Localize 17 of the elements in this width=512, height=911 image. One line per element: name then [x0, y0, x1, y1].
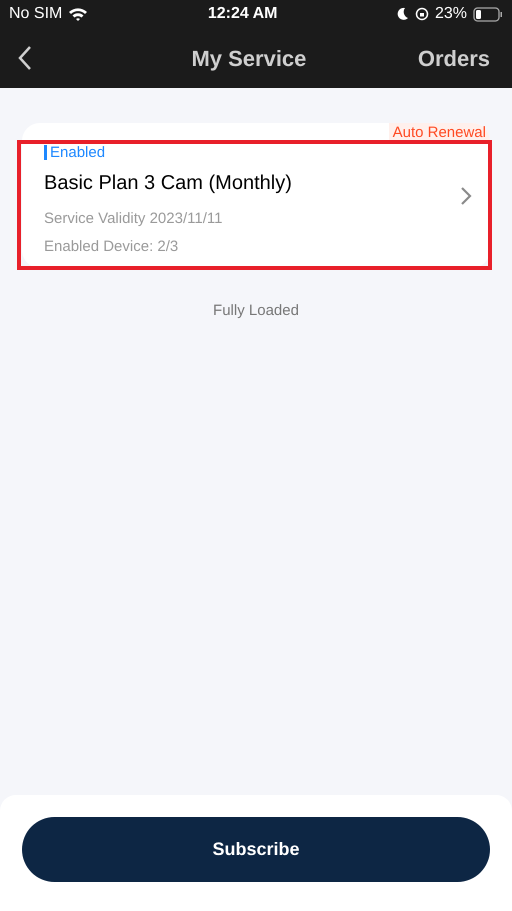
orders-link[interactable]: Orders — [418, 42, 490, 74]
list-end-note: Fully Loaded — [213, 301, 299, 321]
battery-icon — [473, 6, 503, 22]
validity-text: Service Validity 2023/11/11 — [44, 208, 224, 228]
plan-name: Basic Plan 3 Cam (Monthly) — [44, 170, 293, 196]
wifi-icon — [68, 7, 88, 21]
rotation-lock-icon — [414, 7, 429, 21]
page-title: My Service — [191, 44, 306, 73]
battery-label: 23% — [434, 4, 467, 24]
clock-label: 12:24 AM — [208, 4, 278, 24]
moon-icon — [396, 7, 409, 21]
device-count: Enabled Device: 2/3 — [44, 237, 180, 257]
auto-renewal-tag: Auto Renewal — [388, 123, 490, 141]
carrier-label: No SIM — [9, 4, 62, 24]
status-label: Enabled — [44, 144, 106, 160]
subscribe-button[interactable]: Subscribe — [22, 817, 490, 882]
chevron-right-icon — [460, 186, 472, 206]
